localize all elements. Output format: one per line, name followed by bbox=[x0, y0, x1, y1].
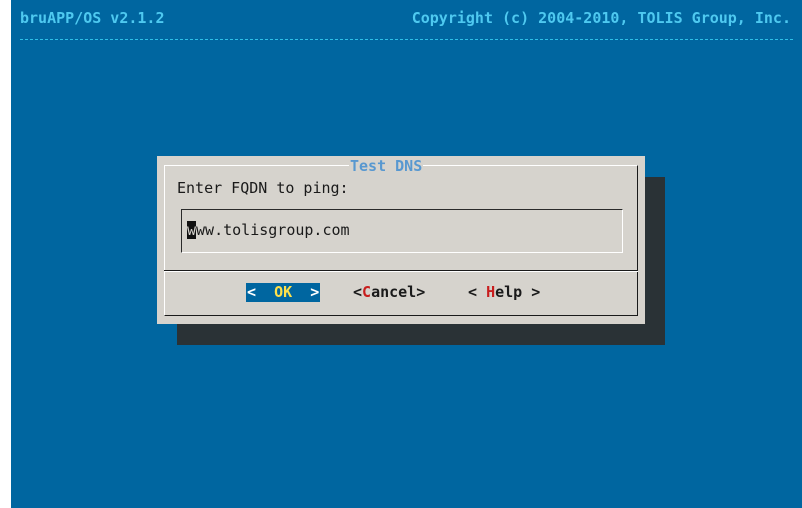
header-divider bbox=[20, 39, 793, 40]
fqdn-input-text[interactable]: www.tolisgroup.com bbox=[187, 221, 350, 240]
cancel-button[interactable]: <Cancel> bbox=[353, 283, 425, 302]
help-button-left-bracket: < bbox=[468, 283, 487, 301]
cancel-button-label-rest: ancel bbox=[371, 283, 417, 301]
cancel-button-right-bracket: > bbox=[416, 283, 426, 301]
ok-button-right-bracket: > bbox=[301, 283, 320, 301]
fqdn-input-value: ww.tolisgroup.com bbox=[196, 221, 350, 239]
cancel-button-hotkey: C bbox=[362, 283, 372, 301]
test-dns-dialog: Test DNS Enter FQDN to ping: www.tolisgr… bbox=[157, 156, 645, 324]
help-button-right-bracket: > bbox=[522, 283, 541, 301]
terminal-screen: bruAPP/OS v2.1.2 Copyright (c) 2004-2010… bbox=[11, 0, 802, 508]
cancel-button-left-bracket: < bbox=[353, 283, 363, 301]
app-title: bruAPP/OS v2.1.2 bbox=[20, 9, 165, 27]
ok-button-label-rest: K bbox=[283, 283, 293, 301]
copyright-notice: Copyright (c) 2004-2010, TOLIS Group, In… bbox=[411, 9, 791, 27]
ok-button-left-bracket: < bbox=[247, 283, 266, 301]
fqdn-prompt-label: Enter FQDN to ping: bbox=[177, 179, 349, 197]
text-cursor: w bbox=[187, 221, 197, 239]
button-row-divider bbox=[164, 270, 638, 272]
fqdn-input[interactable]: www.tolisgroup.com bbox=[181, 209, 623, 253]
dialog-title: Test DNS bbox=[349, 157, 424, 176]
ok-button[interactable]: < OK > bbox=[246, 283, 321, 302]
help-button[interactable]: < Help > bbox=[468, 283, 540, 302]
help-button-hotkey: H bbox=[486, 283, 496, 301]
help-button-label-rest: elp bbox=[495, 283, 523, 301]
ok-button-hotkey: O bbox=[274, 283, 284, 301]
